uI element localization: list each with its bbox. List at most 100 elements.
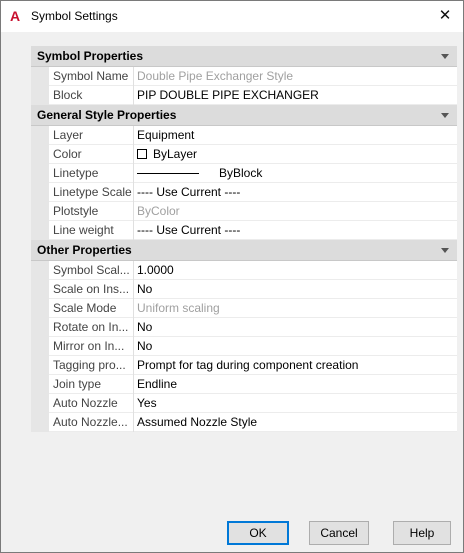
property-value[interactable]: 1.0000 [137, 263, 453, 277]
property-name: Tagging pro... [53, 358, 126, 372]
property-value[interactable]: Assumed Nozzle Style [137, 415, 453, 429]
property-row-block[interactable]: Block PIP DOUBLE PIPE EXCHANGER [31, 86, 457, 105]
property-name: Linetype [53, 166, 99, 180]
property-row-auto-nozzle-style[interactable]: Auto Nozzle... Assumed Nozzle Style [31, 413, 457, 432]
row-gutter [31, 67, 49, 86]
property-name: Layer [53, 128, 84, 142]
property-name: Color [53, 147, 82, 161]
column-divider [133, 183, 134, 202]
linetype-value: ByBlock [219, 166, 263, 180]
property-name: Scale on Ins... [53, 282, 130, 296]
column-divider [133, 86, 134, 105]
linetype-sample-icon [137, 173, 199, 174]
property-row-color[interactable]: Color ByLayer [31, 145, 457, 164]
dialog-title: Symbol Settings [31, 9, 118, 23]
property-value[interactable]: PIP DOUBLE PIPE EXCHANGER [137, 88, 453, 102]
property-grid: Symbol Properties Symbol Name Double Pip… [31, 46, 457, 432]
property-name: Auto Nozzle [53, 396, 118, 410]
property-row-auto-nozzle[interactable]: Auto Nozzle Yes [31, 394, 457, 413]
property-name: Symbol Scal... [53, 263, 130, 277]
property-value: Double Pipe Exchanger Style [137, 69, 294, 83]
property-value: ByColor [137, 204, 180, 218]
property-row-linetype[interactable]: Linetype ByBlock [31, 164, 457, 183]
collapse-icon[interactable] [441, 113, 449, 118]
column-divider [133, 67, 134, 86]
cancel-button[interactable]: Cancel [309, 521, 369, 545]
row-gutter [31, 221, 49, 240]
property-value: Uniform scaling [137, 301, 220, 315]
property-name: Auto Nozzle... [53, 415, 128, 429]
ok-button[interactable]: OK [227, 521, 289, 545]
title-bar: A Symbol Settings ✕ [1, 1, 463, 32]
property-row-scale-mode[interactable]: Scale Mode Uniform scaling [31, 299, 457, 318]
property-row-mirror-on-insert[interactable]: Mirror on In... No [31, 337, 457, 356]
property-value[interactable]: Prompt for tag during component creation [137, 358, 453, 372]
row-gutter [31, 145, 49, 164]
property-name: Linetype Scale [53, 185, 132, 199]
property-value[interactable]: Yes [137, 396, 453, 410]
color-swatch-icon [137, 149, 147, 159]
column-divider [133, 394, 134, 413]
property-row-symbol-name[interactable]: Symbol Name Double Pipe Exchanger Style [31, 67, 457, 86]
property-value[interactable]: ---- Use Current ---- [137, 223, 453, 237]
section-label: General Style Properties [37, 108, 177, 122]
column-divider [133, 202, 134, 221]
property-row-join-type[interactable]: Join type Endline [31, 375, 457, 394]
column-divider [133, 126, 134, 145]
property-row-linetype-scale[interactable]: Linetype Scale ---- Use Current ---- [31, 183, 457, 202]
column-divider [133, 318, 134, 337]
property-row-tagging-prompt[interactable]: Tagging pro... Prompt for tag during com… [31, 356, 457, 375]
autocad-icon: A [10, 8, 21, 24]
property-row-line-weight[interactable]: Line weight ---- Use Current ---- [31, 221, 457, 240]
column-divider [133, 356, 134, 375]
column-divider [133, 413, 134, 432]
help-button[interactable]: Help [393, 521, 451, 545]
property-name: Join type [53, 377, 102, 391]
property-name: Scale Mode [53, 301, 117, 315]
row-gutter [31, 299, 49, 318]
row-gutter [31, 394, 49, 413]
row-gutter [31, 261, 49, 280]
property-value[interactable]: No [137, 282, 453, 296]
column-divider [133, 375, 134, 394]
row-gutter [31, 318, 49, 337]
section-label: Other Properties [37, 243, 132, 257]
property-name: Block [53, 88, 83, 102]
column-divider [133, 337, 134, 356]
section-general-style-properties[interactable]: General Style Properties [31, 105, 457, 126]
column-divider [133, 145, 134, 164]
property-name: Line weight [53, 223, 114, 237]
column-divider [133, 221, 134, 240]
property-row-rotate-on-insert[interactable]: Rotate on In... No [31, 318, 457, 337]
property-name: Mirror on In... [53, 339, 125, 353]
row-gutter [31, 202, 49, 221]
property-value[interactable]: No [137, 339, 453, 353]
collapse-icon[interactable] [441, 54, 449, 59]
column-divider [133, 280, 134, 299]
section-other-properties[interactable]: Other Properties [31, 240, 457, 261]
property-row-symbol-scale[interactable]: Symbol Scal... 1.0000 [31, 261, 457, 280]
row-gutter [31, 413, 49, 432]
property-row-scale-on-insert[interactable]: Scale on Ins... No [31, 280, 457, 299]
row-gutter [31, 126, 49, 145]
property-row-layer[interactable]: Layer Equipment [31, 126, 457, 145]
section-symbol-properties[interactable]: Symbol Properties [31, 46, 457, 67]
row-gutter [31, 356, 49, 375]
property-value[interactable]: Endline [137, 377, 453, 391]
property-value[interactable]: ---- Use Current ---- [137, 185, 453, 199]
property-value[interactable]: Equipment [137, 128, 453, 142]
row-gutter [31, 164, 49, 183]
color-value: ByLayer [153, 147, 198, 161]
row-gutter [31, 280, 49, 299]
column-divider [133, 299, 134, 318]
column-divider [133, 164, 134, 183]
symbol-settings-dialog: A Symbol Settings ✕ Symbol Properties Sy… [0, 0, 464, 553]
collapse-icon[interactable] [441, 248, 449, 253]
property-value[interactable]: No [137, 320, 453, 334]
property-value-linetype[interactable]: ByBlock [137, 166, 453, 180]
property-value-color[interactable]: ByLayer [137, 147, 453, 161]
row-gutter [31, 337, 49, 356]
property-name: Rotate on In... [53, 320, 129, 334]
property-row-plotstyle[interactable]: Plotstyle ByColor [31, 202, 457, 221]
close-icon[interactable]: ✕ [433, 5, 457, 27]
